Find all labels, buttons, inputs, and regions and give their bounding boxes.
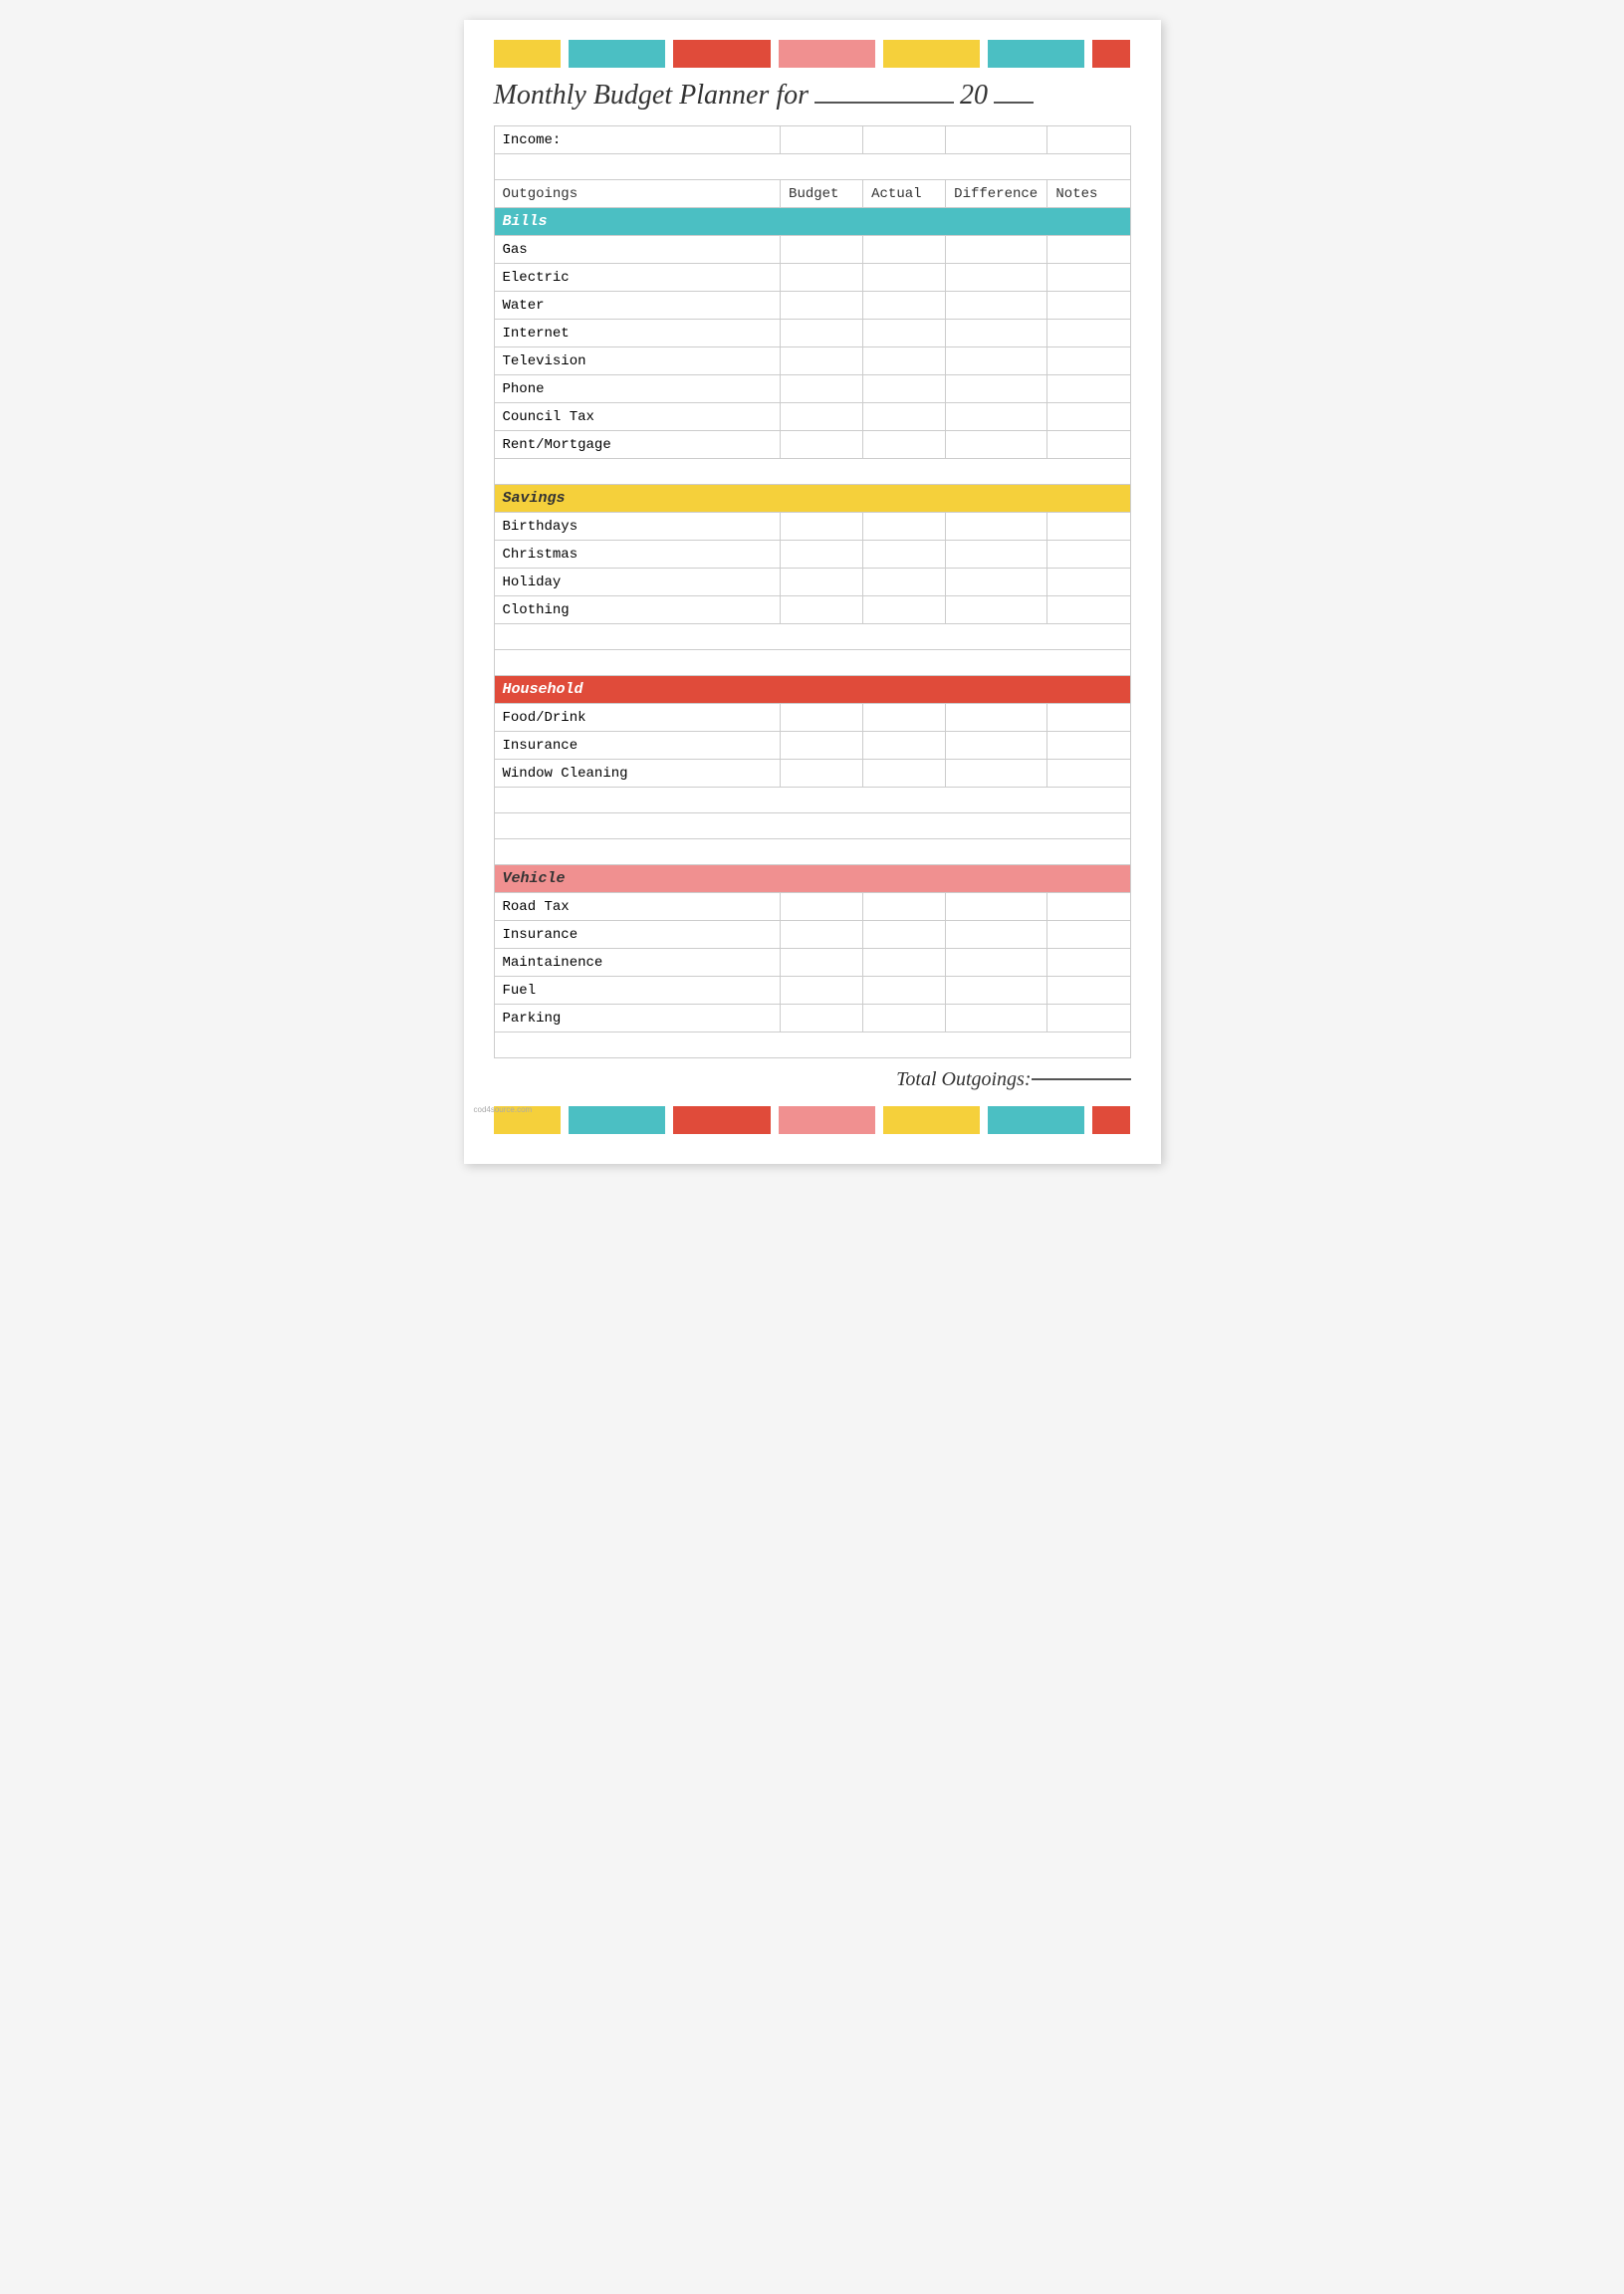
income-empty-row [494,154,1130,180]
bar-teal-2 [988,40,1084,68]
table-row: Insurance [494,921,1130,949]
income-actual [863,126,946,154]
bar-yellow-1 [494,40,562,68]
item-fuel: Fuel [494,977,781,1005]
table-row: Window Cleaning [494,760,1130,788]
header-outgoings: Outgoings [494,180,781,208]
column-headers: Outgoings Budget Actual Difference Notes [494,180,1130,208]
income-label: Income: [494,126,781,154]
item-television: Television [494,347,781,375]
bar-bottom-red-1 [673,1106,770,1134]
household-empty-2 [494,813,1130,839]
page-title: Monthly Budget Planner for 20 [494,80,1131,112]
table-row: Rent/Mortgage [494,431,1130,459]
savings-empty-1 [494,624,1130,650]
table-row: Fuel [494,977,1130,1005]
bar-bottom-teal-2 [988,1106,1084,1134]
item-christmas: Christmas [494,541,781,569]
header-budget: Budget [781,180,863,208]
table-row: Clothing [494,596,1130,624]
color-bar-bottom [494,1106,1131,1134]
vehicle-empty [494,1032,1130,1058]
color-bar-top [494,40,1131,68]
title-year-prefix: 20 [960,80,988,112]
table-row: Insurance [494,732,1130,760]
item-window-cleaning: Window Cleaning [494,760,781,788]
household-label: Household [494,676,1130,704]
title-year-line [994,102,1034,104]
item-holiday: Holiday [494,569,781,596]
bar-yellow-2 [883,40,980,68]
table-row: Birthdays [494,513,1130,541]
vehicle-label: Vehicle [494,865,1130,893]
page: Monthly Budget Planner for 20 Income: Ou… [464,20,1161,1164]
table-row: Christmas [494,541,1130,569]
item-electric: Electric [494,264,781,292]
table-row: Phone [494,375,1130,403]
table-row: Water [494,292,1130,320]
bar-teal-1 [569,40,665,68]
title-name-line [814,102,954,104]
item-council-tax: Council Tax [494,403,781,431]
category-vehicle: Vehicle [494,865,1130,893]
bar-pink-1 [779,40,875,68]
watermark: cod4source.com [474,1105,533,1114]
header-difference: Difference [946,180,1047,208]
item-clothing: Clothing [494,596,781,624]
bills-label: Bills [494,208,1130,236]
savings-label: Savings [494,485,1130,513]
table-row: Maintainence [494,949,1130,977]
item-rent-mortgage: Rent/Mortgage [494,431,781,459]
table-row: Parking [494,1005,1130,1032]
household-empty-1 [494,788,1130,813]
item-phone: Phone [494,375,781,403]
bills-empty [494,459,1130,485]
total-outgoings-row: Total Outgoings: [494,1068,1131,1091]
bar-bottom-yellow-2 [883,1106,980,1134]
item-food-drink: Food/Drink [494,704,781,732]
table-row: Food/Drink [494,704,1130,732]
item-water: Water [494,292,781,320]
table-row: Road Tax [494,893,1130,921]
table-row: Gas [494,236,1130,264]
bar-bottom-red-2 [1092,1106,1131,1134]
header-actual: Actual [863,180,946,208]
income-notes [1047,126,1130,154]
income-row: Income: [494,126,1130,154]
title-text: Monthly Budget Planner for [494,80,810,112]
income-budget [781,126,863,154]
item-insurance-vehicle: Insurance [494,921,781,949]
item-internet: Internet [494,320,781,347]
bar-red-2 [1092,40,1131,68]
item-parking: Parking [494,1005,781,1032]
table-row: Television [494,347,1130,375]
table-row: Holiday [494,569,1130,596]
item-gas: Gas [494,236,781,264]
table-row: Council Tax [494,403,1130,431]
table-row: Electric [494,264,1130,292]
header-notes: Notes [1047,180,1130,208]
savings-empty-2 [494,650,1130,676]
category-household: Household [494,676,1130,704]
household-empty-3 [494,839,1130,865]
category-bills: Bills [494,208,1130,236]
item-maintainence: Maintainence [494,949,781,977]
total-line [1032,1078,1131,1080]
bar-red-1 [673,40,770,68]
category-savings: Savings [494,485,1130,513]
item-insurance-household: Insurance [494,732,781,760]
total-label: Total Outgoings: [896,1068,1031,1091]
bar-bottom-teal-1 [569,1106,665,1134]
bar-bottom-pink-1 [779,1106,875,1134]
budget-table: Income: Outgoings Budget Actual Differen… [494,125,1131,1058]
item-birthdays: Birthdays [494,513,781,541]
table-row: Internet [494,320,1130,347]
item-road-tax: Road Tax [494,893,781,921]
income-diff [946,126,1047,154]
